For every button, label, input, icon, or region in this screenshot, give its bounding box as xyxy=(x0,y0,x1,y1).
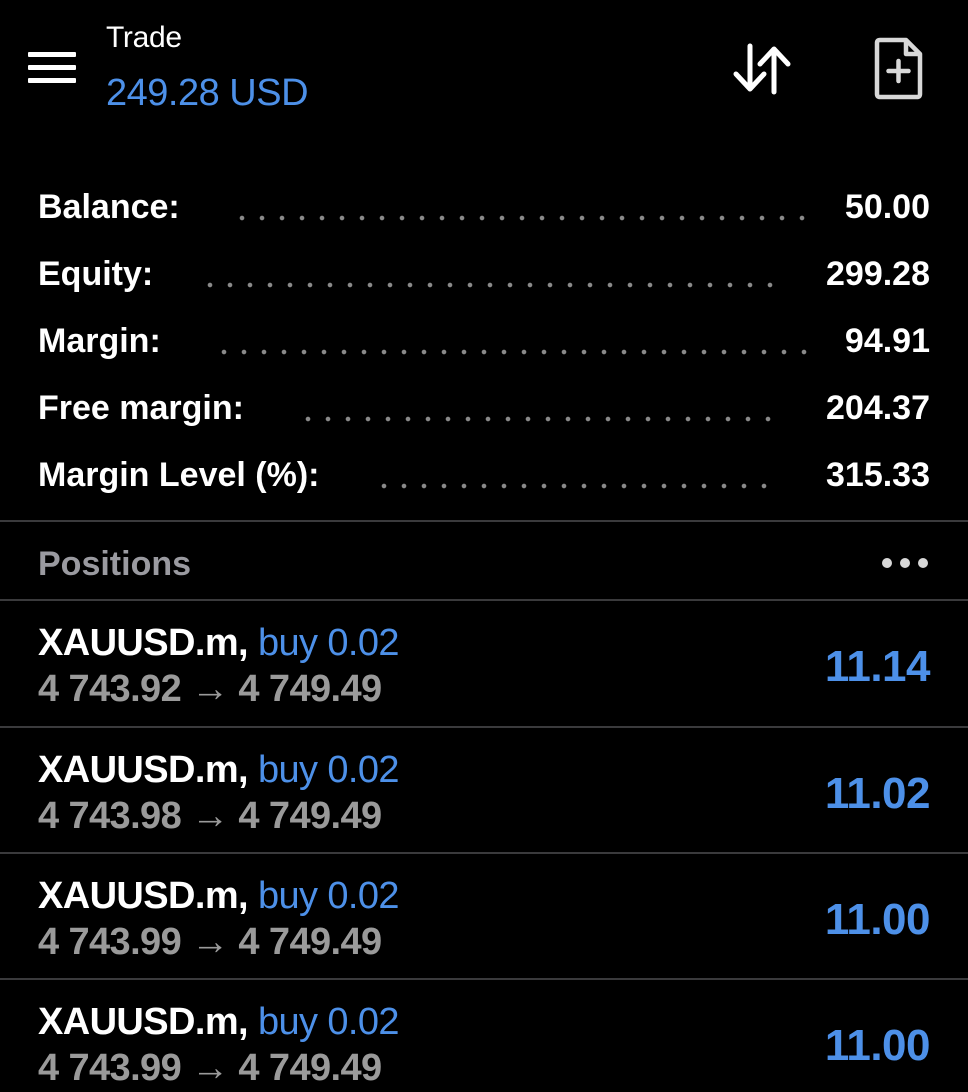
dot-leader xyxy=(298,416,778,422)
position-title-line: XAUUSD.m, buy 0.02 xyxy=(38,746,400,794)
position-row[interactable]: XAUUSD.m, buy 0.02 4 743.99 → 4 749.49 1… xyxy=(0,980,968,1089)
app-header: Trade 249.28 USD xyxy=(0,0,968,140)
position-prices: 4 743.99 → 4 749.49 xyxy=(38,1047,382,1089)
position-symbol: XAUUSD.m, xyxy=(38,1001,249,1043)
new-order-document-icon[interactable] xyxy=(868,34,930,102)
hamburger-menu-icon[interactable] xyxy=(20,44,84,92)
summary-value: 94.91 xyxy=(844,322,930,360)
summary-label: Margin Level (%): xyxy=(38,456,320,494)
position-profit: 11.00 xyxy=(824,895,931,944)
position-row[interactable]: XAUUSD.m, buy 0.02 4 743.92 → 4 749.49 1… xyxy=(0,601,968,725)
position-title-line: XAUUSD.m, buy 0.02 xyxy=(38,998,400,1046)
position-symbol: XAUUSD.m, xyxy=(38,875,249,917)
summary-value: 204.37 xyxy=(826,389,930,427)
summary-label: Balance: xyxy=(38,188,180,226)
dot xyxy=(882,558,892,568)
more-dots-icon[interactable] xyxy=(880,548,930,576)
sort-arrows-icon[interactable] xyxy=(730,38,796,100)
position-side-volume: buy 0.02 xyxy=(257,749,400,791)
summary-row-margin-level: Margin Level (%): 315.33 xyxy=(0,443,968,503)
dot-leader xyxy=(214,349,814,355)
dot xyxy=(900,558,910,568)
summary-value: 315.33 xyxy=(826,456,930,494)
menu-bar xyxy=(28,65,76,70)
summary-row-equity: Equity: 299.28 xyxy=(0,242,968,302)
positions-section-header: Positions xyxy=(0,522,968,600)
position-title-line: XAUUSD.m, buy 0.02 xyxy=(38,872,400,920)
positions-title: Positions xyxy=(38,545,192,583)
position-prices: 4 743.99 → 4 749.49 xyxy=(38,921,382,963)
dot-leader xyxy=(200,282,780,288)
summary-label: Free margin: xyxy=(38,389,244,427)
summary-label: Margin: xyxy=(38,322,161,360)
position-row[interactable]: XAUUSD.m, buy 0.02 4 743.99 → 4 749.49 1… xyxy=(0,854,968,978)
position-profit: 11.02 xyxy=(824,769,931,818)
position-side-volume: buy 0.02 xyxy=(257,622,400,664)
position-title-line: XAUUSD.m, buy 0.02 xyxy=(38,619,400,667)
dot-leader xyxy=(374,483,780,489)
position-profit: 11.00 xyxy=(824,1021,931,1070)
dot xyxy=(918,558,928,568)
position-symbol: XAUUSD.m, xyxy=(38,749,249,791)
dot-leader xyxy=(232,215,812,221)
account-equity-subtitle: 249.28 USD xyxy=(106,72,309,114)
position-side-volume: buy 0.02 xyxy=(257,1001,400,1043)
summary-row-balance: Balance: 50.00 xyxy=(0,175,968,235)
summary-row-margin: Margin: 94.91 xyxy=(0,309,968,369)
summary-label: Equity: xyxy=(38,255,154,293)
position-symbol: XAUUSD.m, xyxy=(38,622,249,664)
summary-value: 50.00 xyxy=(844,188,930,226)
menu-bar xyxy=(28,78,76,83)
position-prices: 4 743.98 → 4 749.49 xyxy=(38,795,382,837)
summary-value: 299.28 xyxy=(826,255,930,293)
position-row[interactable]: XAUUSD.m, buy 0.02 4 743.98 → 4 749.49 1… xyxy=(0,728,968,852)
position-prices: 4 743.92 → 4 749.49 xyxy=(38,668,382,710)
menu-bar xyxy=(28,52,76,57)
position-profit: 11.14 xyxy=(824,642,931,691)
position-side-volume: buy 0.02 xyxy=(257,875,400,917)
page-title: Trade xyxy=(106,21,182,54)
summary-row-free-margin: Free margin: 204.37 xyxy=(0,376,968,436)
